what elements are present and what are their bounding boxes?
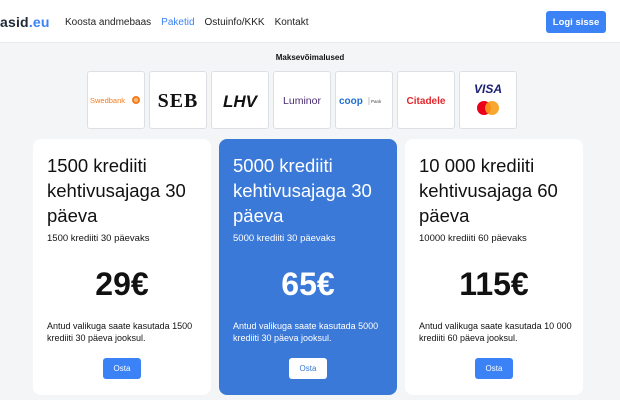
package-card-1500: 1500 krediiti kehtivusajaga 30 päeva 150…	[33, 139, 211, 395]
package-price: 115€	[459, 266, 529, 302]
buy-button-5000[interactable]: Osta	[289, 358, 327, 379]
package-description: Antud valikuga saate kasutada 1500 kredi…	[47, 321, 193, 343]
package-card-5000: 5000 krediiti kehtivusajaga 30 päeva 500…	[219, 139, 397, 395]
main-nav: Koosta andmebaas Paketid Ostuinfo/KKK Ko…	[65, 17, 308, 28]
payment-logos: Swedbank SEB LHV Luminor coop Pank Citad…	[87, 71, 517, 129]
package-title: 10 000 krediiti kehtivusajaga 60 päeva	[419, 155, 558, 226]
package-price: 65€	[281, 266, 335, 302]
package-subtitle: 1500 krediiti 30 päevaks	[47, 233, 150, 244]
luminor-logo-text: Luminor	[283, 95, 321, 107]
visa-mastercard-logo: VISA	[459, 71, 517, 129]
nav-link-ostuinfo[interactable]: Ostuinfo/KKK	[205, 17, 265, 28]
package-card-10000: 10 000 krediiti kehtivusajaga 60 päeva 1…	[405, 139, 583, 395]
nav-link-paketid[interactable]: Paketid	[161, 17, 194, 28]
nav-link-koosta-andmebaas[interactable]: Koosta andmebaas	[65, 17, 151, 28]
swedbank-logo: Swedbank	[87, 71, 145, 129]
seb-logo-text: SEB	[158, 90, 199, 112]
package-title: 1500 krediiti kehtivusajaga 30 päeva	[47, 155, 186, 226]
package-description: Antud valikuga saate kasutada 10 000 kre…	[419, 321, 572, 343]
buy-button-10000[interactable]: Osta	[475, 358, 513, 379]
visa-logo-text: VISA	[474, 82, 502, 96]
package-subtitle: 5000 krediiti 30 päevaks	[233, 233, 336, 244]
logo-tld: .eu	[28, 14, 50, 30]
swedbank-logo-text: Swedbank	[90, 96, 125, 105]
site-header: asid.eu Koosta andmebaas Paketid Ostuinf…	[0, 0, 620, 43]
coop-logo-text: coop	[339, 96, 363, 107]
logo-main: asid	[0, 14, 29, 30]
package-subtitle: 10000 krediiti 60 päevaks	[419, 233, 527, 244]
citadele-logo-text: Citadele	[407, 96, 446, 107]
payment-methods-title: Maksevõimalused	[275, 53, 345, 62]
luminor-logo: Luminor	[273, 71, 331, 129]
buy-button-1500[interactable]: Osta	[103, 358, 141, 379]
seb-logo: SEB	[149, 71, 207, 129]
login-button[interactable]: Logi sisse	[546, 11, 606, 33]
lhv-logo-text: LHV	[223, 92, 259, 111]
package-price: 29€	[95, 266, 149, 302]
lhv-logo: LHV	[211, 71, 269, 129]
nav-link-kontakt[interactable]: Kontakt	[275, 17, 309, 28]
package-description: Antud valikuga saate kasutada 5000 kredi…	[233, 321, 379, 343]
citadele-logo: Citadele	[397, 71, 455, 129]
package-cards: 1500 krediiti kehtivusajaga 30 päeva 150…	[33, 139, 583, 395]
coop-pank-logo: coop Pank	[335, 71, 393, 129]
coop-logo-subtext: Pank	[371, 99, 382, 104]
site-logo[interactable]: asid.eu	[0, 14, 50, 30]
package-title: 5000 krediiti kehtivusajaga 30 päeva	[233, 155, 372, 226]
